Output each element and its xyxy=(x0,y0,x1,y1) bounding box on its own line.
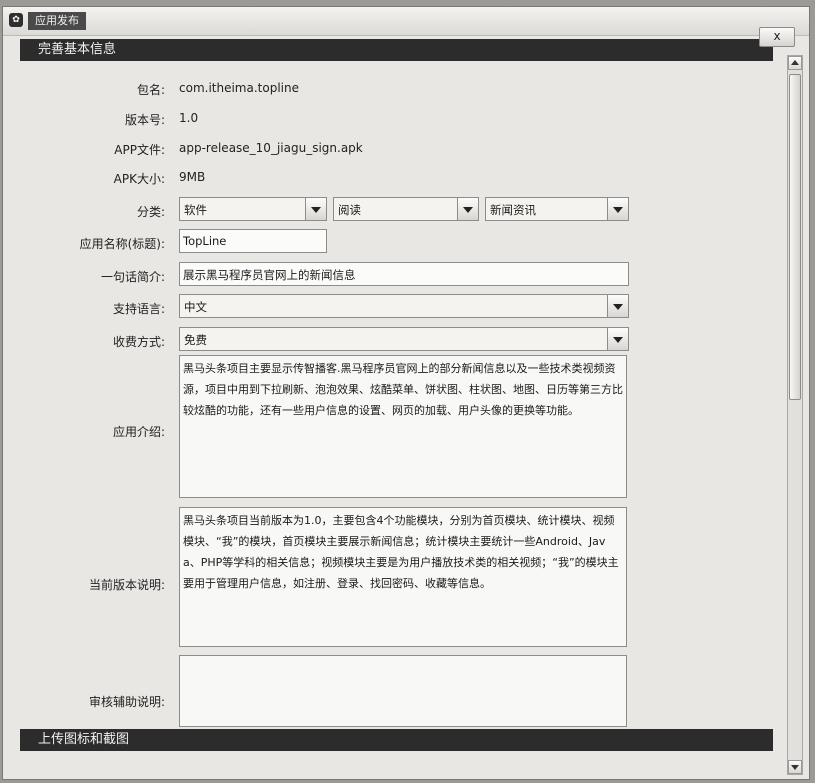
version-value: 1.0 xyxy=(179,111,199,125)
version-label: 版本号: xyxy=(124,113,165,127)
section-basic-info: 完善基本信息 xyxy=(20,39,773,61)
app-name-label: 应用名称(标题): xyxy=(79,237,165,251)
fee-value: 免费 xyxy=(184,333,207,347)
app-name-input[interactable]: TopLine xyxy=(179,229,327,253)
language-label: 支持语言: xyxy=(112,302,165,316)
intro-label: 应用介绍: xyxy=(112,425,165,439)
chevron-down-icon[interactable] xyxy=(607,328,628,350)
app-icon: ✿ xyxy=(9,13,23,27)
intro-textarea[interactable]: 黑马头条项目主要显示传智播客.黑马程序员官网上的部分新闻信息以及一些技术类视频资… xyxy=(179,355,627,498)
package-label: 包名: xyxy=(136,83,165,97)
chevron-down-icon[interactable] xyxy=(607,198,628,220)
chevron-down-icon[interactable] xyxy=(305,198,326,220)
close-button[interactable]: x xyxy=(759,27,795,47)
apk-file-value: app-release_10_jiagu_sign.apk xyxy=(179,141,363,155)
title-bar[interactable]: ✿ 应用发布 xyxy=(3,7,809,36)
vertical-scrollbar[interactable] xyxy=(787,55,803,775)
scroll-up-icon[interactable] xyxy=(788,56,802,70)
language-select[interactable]: 中文 xyxy=(179,294,629,318)
apk-file-label: APP文件: xyxy=(114,143,165,157)
version-notes-textarea[interactable]: 黑马头条项目当前版本为1.0，主要包含4个功能模块，分别为首页模块、统计模块、视… xyxy=(179,507,627,647)
review-notes-textarea[interactable] xyxy=(179,655,627,727)
apk-size-label: APK大小: xyxy=(113,172,165,186)
apk-size-value: 9MB xyxy=(179,170,206,184)
category-level3-value: 新闻资讯 xyxy=(490,203,536,217)
fee-select[interactable]: 免费 xyxy=(179,327,629,351)
fee-label: 收费方式: xyxy=(112,335,165,349)
publish-dialog: ✿ 应用发布 x 完善基本信息 包名: com.itheima.topline … xyxy=(2,6,810,780)
window-title: 应用发布 xyxy=(28,12,86,30)
package-value: com.itheima.topline xyxy=(179,81,299,95)
chevron-down-icon[interactable] xyxy=(457,198,478,220)
category-label: 分类: xyxy=(136,205,165,219)
chevron-down-icon[interactable] xyxy=(607,295,628,317)
version-notes-label: 当前版本说明: xyxy=(88,578,165,592)
scrollbar-thumb[interactable] xyxy=(789,74,801,400)
language-value: 中文 xyxy=(184,300,207,314)
scroll-down-icon[interactable] xyxy=(788,760,802,774)
slogan-input[interactable]: 展示黑马程序员官网上的新闻信息 xyxy=(179,262,629,286)
category-level2-select[interactable]: 阅读 xyxy=(333,197,479,221)
category-level2-value: 阅读 xyxy=(338,203,361,217)
category-level3-select[interactable]: 新闻资讯 xyxy=(485,197,629,221)
review-notes-label: 审核辅助说明: xyxy=(88,695,165,709)
slogan-label: 一句话简介: xyxy=(100,270,165,284)
section-upload: 上传图标和截图 xyxy=(20,729,773,751)
category-level1-value: 软件 xyxy=(184,203,207,217)
category-level1-select[interactable]: 软件 xyxy=(179,197,327,221)
